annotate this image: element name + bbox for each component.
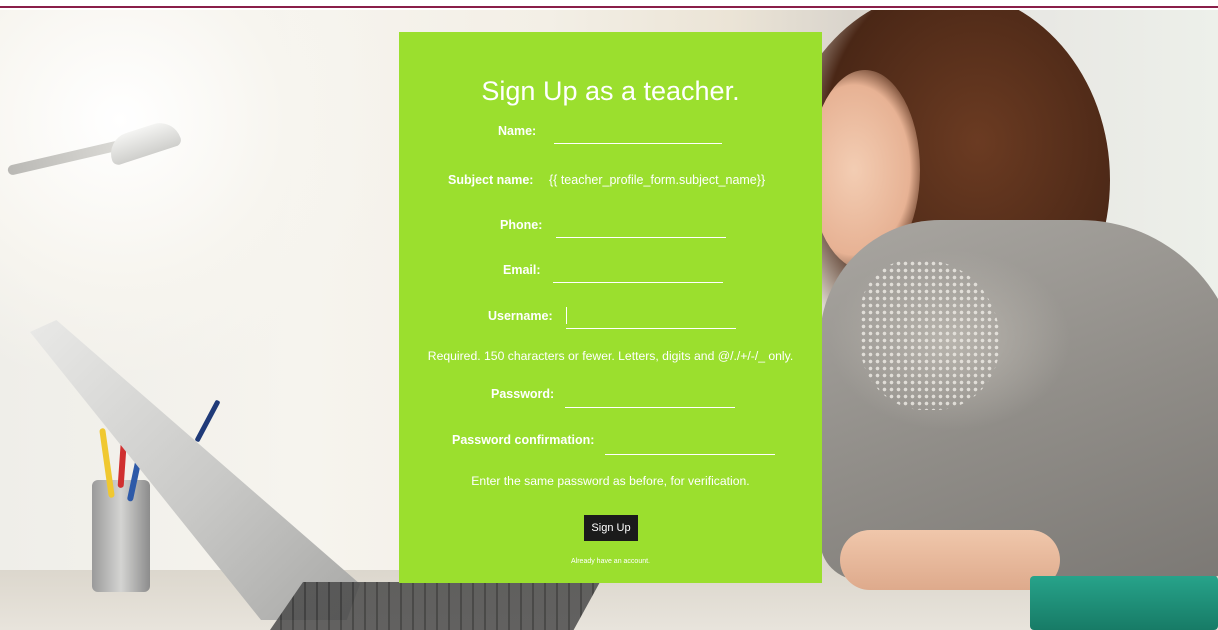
form-title: Sign Up as a teacher. (481, 76, 740, 106)
name-input[interactable] (554, 143, 722, 144)
top-border (0, 0, 1218, 8)
username-label: Username: (488, 309, 553, 323)
password-confirmation-label: Password confirmation: (452, 433, 595, 447)
already-have-account-link[interactable]: Already have an account. (399, 558, 822, 565)
password-help-text: Enter the same password as before, for v… (471, 474, 750, 488)
name-label: Name: (498, 124, 537, 138)
email-input[interactable] (553, 282, 723, 283)
pen-cup (92, 480, 150, 592)
phone-label: Phone: (500, 218, 543, 232)
subject-name-placeholder-text: {{ teacher_profile_form.subject_name}} (549, 173, 766, 187)
green-notebook (1030, 576, 1218, 630)
password-input[interactable] (565, 407, 735, 408)
laptop-keyboard (270, 582, 600, 630)
subject-name-label: Subject name: (448, 173, 534, 187)
pencil (194, 399, 221, 443)
woman-arm (840, 530, 1060, 590)
password-confirmation-input[interactable] (605, 454, 775, 455)
password-label: Password: (491, 387, 555, 401)
phone-input[interactable] (556, 237, 726, 238)
username-input[interactable] (566, 328, 736, 329)
email-label: Email: (503, 263, 541, 277)
teacher-signup-form: Sign Up as a teacher. Name: Subject name… (399, 32, 822, 583)
window-light (0, 10, 380, 370)
username-help-text: Required. 150 characters or fewer. Lette… (427, 349, 794, 363)
sign-up-button[interactable]: Sign Up (584, 515, 638, 541)
text-caret (566, 307, 567, 324)
